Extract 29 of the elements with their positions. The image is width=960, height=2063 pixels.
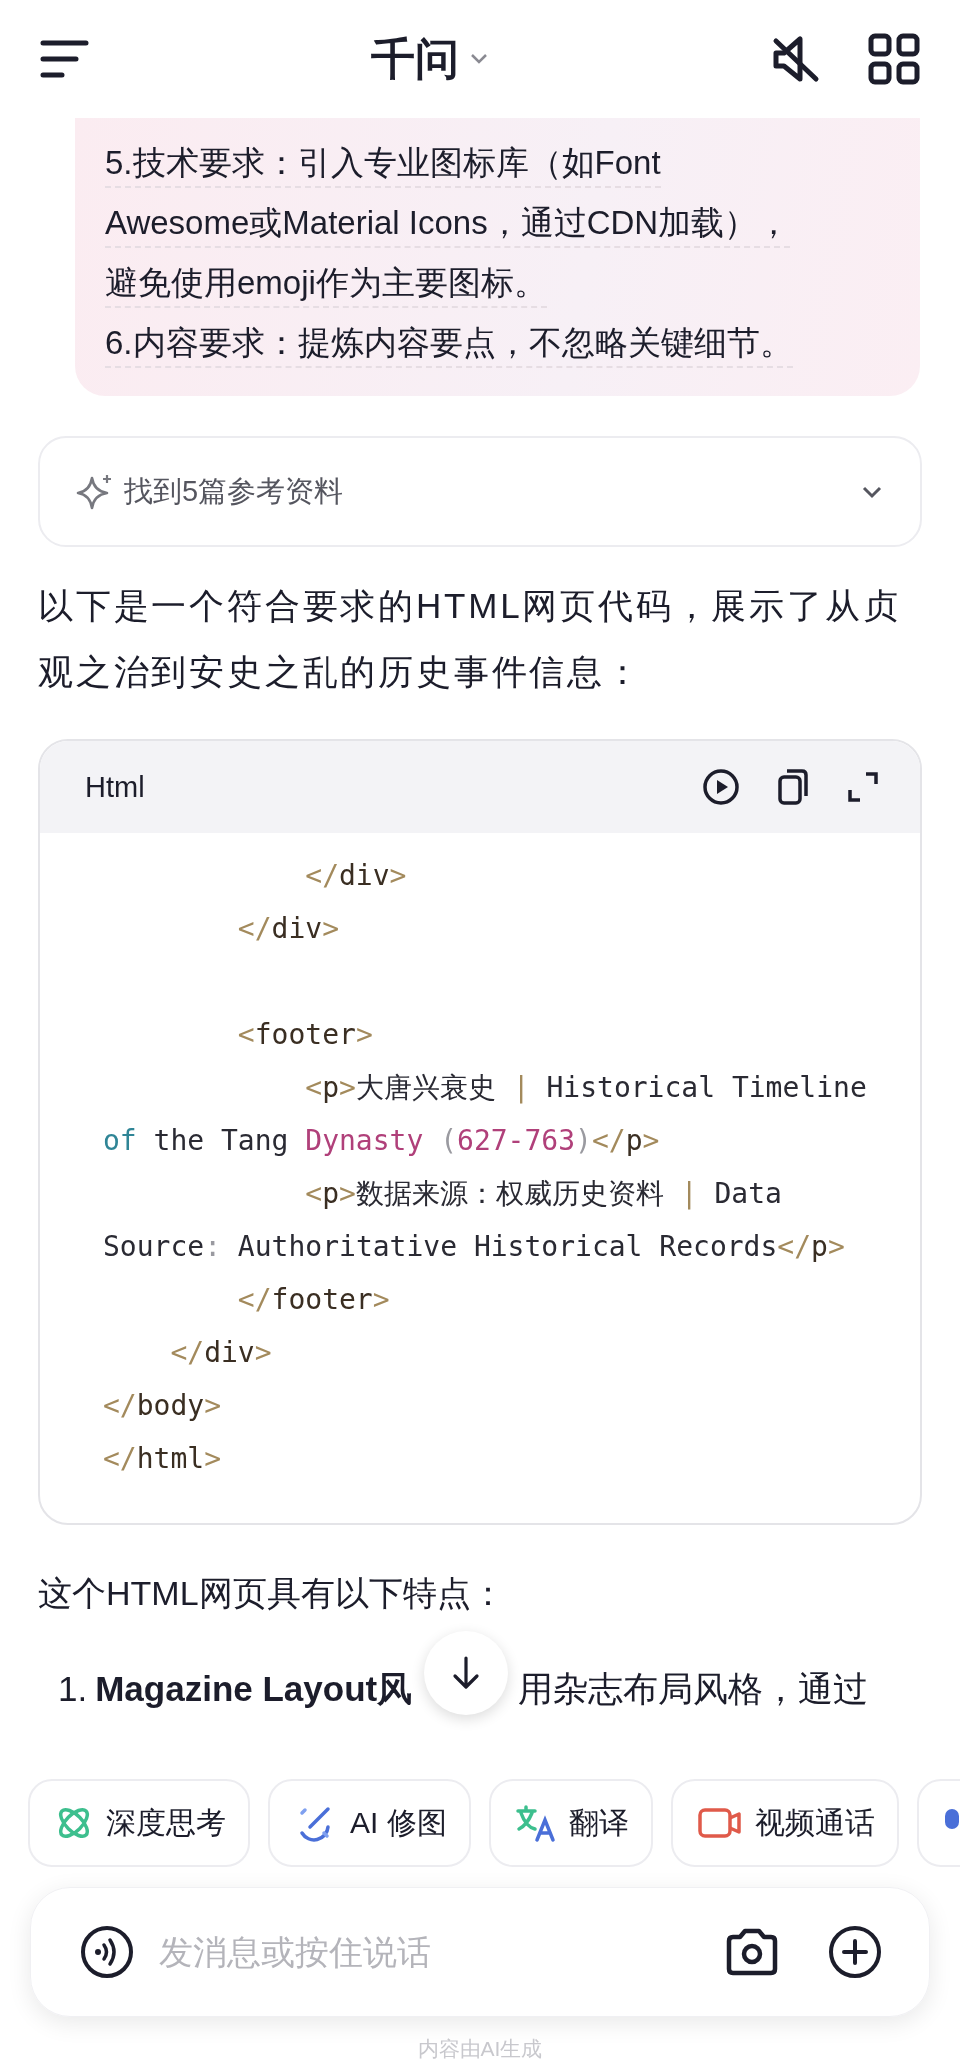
code-line: of the Tang Dynasty (627-763)</p> [103,1123,660,1159]
code-line: </div> [304,858,407,894]
references-label: 找到5篇参考资料 [124,473,345,509]
feature-chip[interactable]: 视频通话 [670,1779,899,1867]
message-line: Awesome或Material Icons，通过CDN加载）， [105,200,791,248]
feature-chip[interactable]: AI 修图 [268,1779,471,1867]
code-line: <p>数据来源：权威历史资料 | Data [304,1176,782,1212]
message-line: 5.技术要求：引入专业图标库（如Font [105,140,661,188]
feature-chip[interactable]: 深度思考 [28,1779,250,1867]
list-item-text: 用杂志布局风格，通过 [518,1668,869,1710]
list-number: 1. [58,1668,88,1710]
code-line: <footer> [236,1017,373,1053]
list-item-title: Magazine Layout风 [95,1668,413,1710]
message-field[interactable]: 发消息或按住说话 [157,1931,703,1973]
code-line: </div> [169,1335,272,1371]
code-line: Source: Authoritative Historical Records</p> [103,1229,845,1265]
references-card[interactable]: 找到5篇参考资料 [38,436,922,547]
code-line: <p>大唐兴衰史 | Historical Timeline [304,1070,867,1106]
code-line: </footer> [236,1282,390,1318]
code-line: </div> [236,911,339,947]
message-line: 避免使用emoji作为主要图标。 [105,260,547,308]
code-language: Html [85,770,146,804]
app-title[interactable]: 千问 [371,29,459,89]
response-paragraph: 以下是一个符合要求的HTML网页代码，展示了从贞观之治到安史之乱的历史事件信息： [38,585,902,693]
feature-chip[interactable]: 翻译 [488,1779,653,1867]
message-line: 6.内容要求：提炼内容要点，不忽略关键细节。 [105,320,793,368]
summary-heading: 这个HTML网页具有以下特点： [38,1573,506,1614]
code-line: </body> [103,1388,221,1424]
code-line: </html> [103,1441,221,1477]
